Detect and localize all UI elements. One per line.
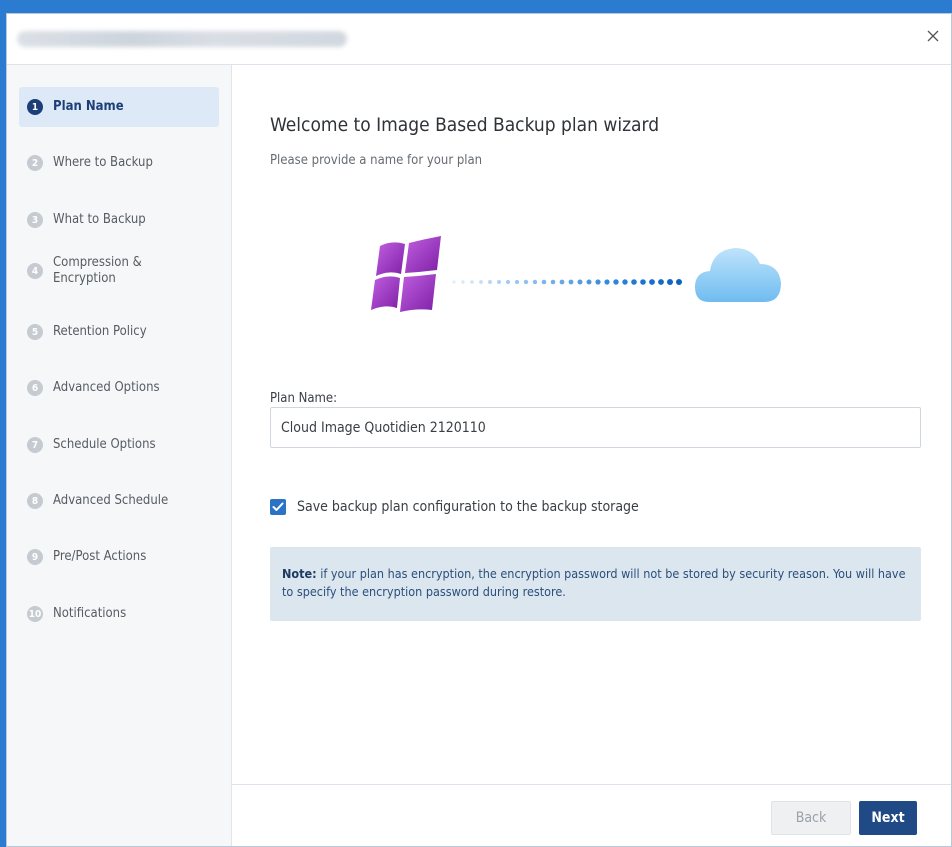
next-button[interactable]: Next bbox=[859, 801, 917, 835]
backup-illustration bbox=[371, 236, 781, 312]
sidebar-step-10[interactable]: 10 Notifications bbox=[19, 594, 219, 634]
connection-dots bbox=[452, 279, 682, 285]
step-number-badge: 5 bbox=[27, 324, 43, 340]
sidebar-step-8[interactable]: 8 Advanced Schedule bbox=[19, 481, 219, 521]
step-number-badge: 3 bbox=[27, 212, 43, 228]
step-label: Notifications bbox=[53, 606, 127, 621]
step-label: What to Backup bbox=[53, 212, 146, 227]
step-label: Advanced Schedule bbox=[53, 493, 169, 508]
checkmark-icon bbox=[272, 502, 284, 511]
sidebar-step-2[interactable]: 2 Where to Backup bbox=[19, 143, 219, 183]
step-label: Advanced Options bbox=[53, 380, 160, 395]
wizard-main-panel: Welcome to Image Based Backup plan wizar… bbox=[232, 65, 951, 784]
plan-name-label: Plan Name: bbox=[270, 391, 338, 406]
sidebar-step-6[interactable]: 6 Advanced Options bbox=[19, 368, 219, 408]
step-label: Where to Backup bbox=[53, 155, 153, 170]
step-number-badge: 9 bbox=[27, 549, 43, 565]
step-number-badge: 10 bbox=[27, 606, 43, 622]
step-label: Pre/Post Actions bbox=[53, 549, 147, 564]
step-number-badge: 8 bbox=[27, 493, 43, 509]
cloud-icon bbox=[695, 248, 781, 302]
dialog-title-blurred bbox=[17, 31, 347, 47]
dialog-titlebar bbox=[7, 14, 951, 65]
save-config-checkbox[interactable] bbox=[270, 499, 286, 515]
encryption-note: Note: if your plan has encryption, the e… bbox=[270, 547, 921, 621]
wizard-footer: Back Next bbox=[232, 784, 951, 846]
windows-logo-icon bbox=[371, 236, 441, 312]
page-title: Welcome to Image Based Backup plan wizar… bbox=[270, 114, 660, 136]
note-bold-label: Note: bbox=[282, 566, 317, 581]
save-config-checkbox-row[interactable]: Save backup plan configuration to the ba… bbox=[270, 499, 639, 515]
step-label: Retention Policy bbox=[53, 324, 147, 339]
step-label: Compression & Encryption bbox=[53, 255, 142, 286]
sidebar-step-3[interactable]: 3 What to Backup bbox=[19, 200, 219, 240]
step-label: Plan Name bbox=[53, 99, 124, 114]
sidebar-step-7[interactable]: 7 Schedule Options bbox=[19, 425, 219, 465]
sidebar-step-9[interactable]: 9 Pre/Post Actions bbox=[19, 537, 219, 577]
step-label: Schedule Options bbox=[53, 437, 156, 452]
step-number-badge: 7 bbox=[27, 437, 43, 453]
step-number-badge: 4 bbox=[27, 263, 43, 279]
close-icon bbox=[927, 30, 939, 42]
step-number-badge: 2 bbox=[27, 155, 43, 171]
note-text: if your plan has encryption, the encrypt… bbox=[282, 566, 906, 599]
sidebar-step-4[interactable]: 4 Compression & Encryption bbox=[19, 251, 219, 291]
page-subtitle: Please provide a name for your plan bbox=[270, 153, 483, 168]
sidebar-step-5[interactable]: 5 Retention Policy bbox=[19, 312, 219, 352]
close-button[interactable] bbox=[921, 24, 945, 48]
step-number-badge: 1 bbox=[27, 99, 43, 115]
save-config-label: Save backup plan configuration to the ba… bbox=[297, 499, 639, 515]
wizard-steps-sidebar: 1 Plan Name 2 Where to Backup 3 What to Backu… bbox=[7, 65, 232, 846]
back-button[interactable]: Back bbox=[771, 801, 851, 835]
backup-wizard-dialog: 1 Plan Name 2 Where to Backup 3 What to Backu… bbox=[6, 13, 952, 847]
plan-name-input[interactable] bbox=[270, 407, 921, 448]
step-number-badge: 6 bbox=[27, 380, 43, 396]
sidebar-step-1[interactable]: 1 Plan Name bbox=[19, 87, 219, 127]
